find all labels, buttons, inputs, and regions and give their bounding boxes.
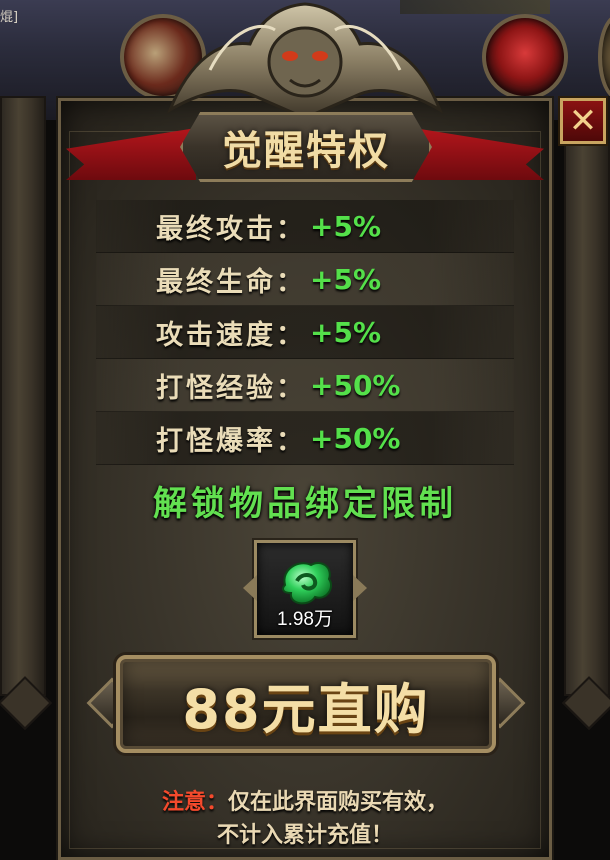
stat-value: +5%: [310, 315, 381, 349]
notice-line-1: 注意：仅在此界面购买有效，: [60, 786, 550, 819]
notice-prefix: 注意：: [161, 790, 228, 815]
purchase-button-label: 88元直购: [182, 677, 430, 741]
unlock-binding-text: 解锁物品绑定限制: [153, 484, 457, 524]
item-slot[interactable]: 1.98万: [254, 540, 356, 638]
stat-row-exp: 打怪经验： +50%: [96, 359, 514, 412]
stat-row-drop-rate: 打怪爆率： +50%: [96, 412, 514, 465]
notice-text-2: 不计入累计充值！: [216, 823, 393, 848]
background-avatar-right: [482, 14, 568, 100]
title-plate: 觉醒特权: [180, 112, 432, 182]
purchase-notice: 注意：仅在此界面购买有效， 不计入累计充值！: [60, 786, 550, 852]
stat-value: +5%: [310, 262, 381, 296]
stat-row-attack-speed: 攻击速度： +5%: [96, 306, 514, 359]
jade-pendant-icon: [282, 561, 333, 605]
left-pillar-frame: [0, 96, 46, 696]
stat-row-final-attack: 最终攻击： +5%: [96, 200, 514, 253]
direct-purchase-button[interactable]: 88元直购: [116, 655, 496, 753]
stat-label: 最终生命：: [156, 266, 306, 298]
right-pillar-frame: [564, 96, 610, 696]
stat-label: 打怪经验：: [156, 372, 306, 404]
stat-value: +50%: [310, 368, 401, 402]
notice-text-1: 仅在此界面购买有效，: [228, 790, 449, 815]
stat-value: +5%: [310, 209, 381, 243]
item-count: 1.98万: [277, 609, 333, 630]
close-button[interactable]: ✕: [560, 98, 606, 144]
panel-title: 觉醒特权: [222, 127, 390, 174]
stat-list: 最终攻击： +5% 最终生命： +5% 攻击速度： +5% 打怪经验： +50%…: [96, 200, 514, 465]
background-label: 焜]: [0, 10, 19, 25]
buy-button-frame: 88元直购: [86, 655, 526, 755]
dragon-head-crest-icon: [166, 2, 444, 118]
stat-label: 最终攻击：: [156, 213, 306, 245]
stat-label: 打怪爆率：: [156, 425, 306, 457]
stat-row-final-hp: 最终生命： +5%: [96, 253, 514, 306]
background-avatar-far: [598, 14, 610, 100]
stat-value: +50%: [310, 421, 401, 455]
stat-label: 攻击速度：: [156, 319, 306, 351]
close-icon: ✕: [568, 101, 598, 141]
